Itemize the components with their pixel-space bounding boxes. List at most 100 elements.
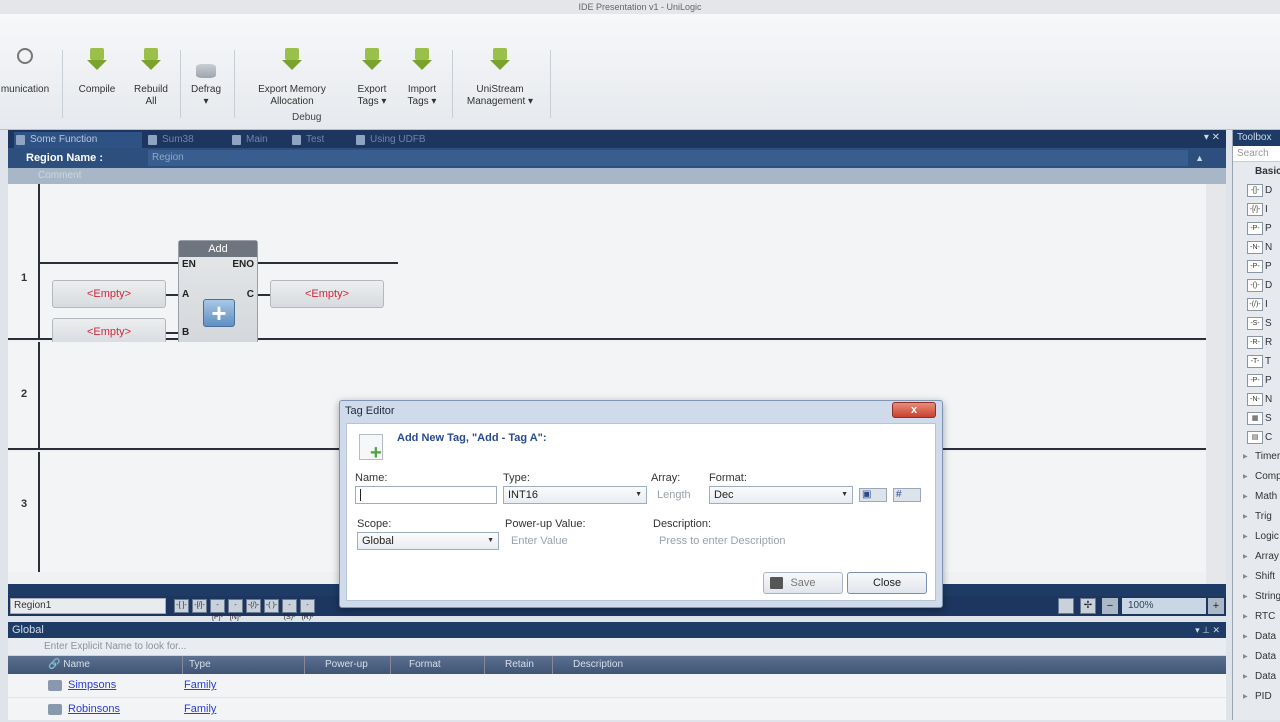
region-select[interactable]: Region1 [10,598,166,614]
toolbox-category[interactable]: Array [1233,547,1280,567]
hash-icon[interactable]: # [893,488,921,502]
region-name-input[interactable]: Region [148,150,1188,166]
contact-p-icon[interactable]: -[P]- [210,599,225,621]
tab-sum38[interactable]: Sum38 [146,132,226,148]
toolbox-category-basic[interactable]: Basic [1233,162,1280,181]
retain-icon[interactable]: ▣ [859,488,887,502]
pin-a[interactable]: A [182,289,189,300]
toolbox-item[interactable]: -[/]- I [1233,200,1280,219]
toolbox-item[interactable]: -P- P [1233,257,1280,276]
contact-n-icon[interactable]: -[N]- [228,599,243,621]
toolbox-item[interactable]: -N- N [1233,238,1280,257]
name-input[interactable] [355,486,497,504]
rebuild-all-button[interactable]: Rebuild All [128,48,174,108]
col-format[interactable]: Format [390,656,441,674]
toolbox-item[interactable]: -S- S [1233,314,1280,333]
unistream-icon [490,48,510,78]
tag-type-link[interactable]: Family [184,703,216,715]
defrag-button[interactable]: Defrag ▾ [184,48,228,108]
fit-icon[interactable]: ✢ [1080,598,1096,614]
unistream-management-button[interactable]: UniStream Management ▾ [458,48,542,108]
en-pin[interactable]: EN [182,257,196,273]
col-type[interactable]: Type [182,656,211,674]
export-tags-button[interactable]: Export Tags ▾ [350,48,394,108]
toolbox-category[interactable]: Logic [1233,527,1280,547]
scope-select[interactable]: Global [357,532,499,550]
tab-some-function[interactable]: Some Function [14,132,142,148]
toolbox-search-input[interactable]: Search [1233,146,1280,162]
contact-icon: -[/]- [1247,203,1263,216]
coil-icon[interactable]: -( )- [264,599,279,613]
zoom-level[interactable]: 100% [1122,598,1206,614]
toolbox-category[interactable]: Data [1233,627,1280,647]
toolbox-category[interactable]: Shift [1233,567,1280,587]
toolbox-category[interactable]: Timers [1233,447,1280,467]
zoom-plus-button[interactable]: + [1208,598,1224,614]
scope-label: Scope: [357,518,392,530]
panel-controls-icon[interactable]: ▾ ⊥ ✕ [1195,622,1220,638]
toolbox-item[interactable]: -P- P [1233,371,1280,390]
toolbox-category[interactable]: String [1233,587,1280,607]
tag-type-link[interactable]: Family [184,679,216,691]
save-button[interactable]: Save [763,572,843,594]
toolbox-item[interactable]: ▦ S [1233,409,1280,428]
operand-c-slot[interactable]: <Empty> [270,280,384,308]
comment-bar[interactable]: Comment [8,168,1226,184]
array-label: Array: [651,472,681,484]
contact-no-icon[interactable]: -[ ]- [174,599,189,613]
global-search-input[interactable]: Enter Explicit Name to look for... [8,638,1226,656]
type-select[interactable]: INT16 [503,486,647,504]
rung-1[interactable]: 1 Add EN ENO A B C + <Empty> <Empty> <Em… [8,184,1206,370]
toolbox-item[interactable]: -T- T [1233,352,1280,371]
toolbox-category[interactable]: Math [1233,487,1280,507]
toolbox-category[interactable]: Data [1233,647,1280,667]
compile-button[interactable]: Compile [72,48,122,96]
export-memory-allocation-button[interactable]: Export Memory Allocation [240,48,344,108]
powerup-value-input[interactable]: Enter Value [511,535,568,547]
contact-nc-icon[interactable]: -[/]- [192,599,207,613]
type-label: Type: [503,472,530,484]
rung-number: 1 [20,272,28,284]
toolbox-category[interactable]: Trig [1233,507,1280,527]
dialog-close-button[interactable]: x [892,402,936,418]
tab-using-udfb[interactable]: Using UDFB [354,132,454,148]
toolbox-item[interactable]: -P- P [1233,219,1280,238]
table-row[interactable]: Robinsons Family [8,698,1226,722]
toolbox-item[interactable]: ▤ C [1233,428,1280,447]
coil-reset-icon[interactable]: -(R)- [300,599,315,621]
zoom-out-icon[interactable] [1058,598,1074,614]
tag-name-link[interactable]: Simpsons [68,679,116,691]
table-row[interactable]: Simpsons Family [8,674,1226,698]
toolbox-category[interactable]: RTC [1233,607,1280,627]
zoom-minus-button[interactable]: − [1102,598,1118,614]
description-input[interactable]: Press to enter Description [659,535,786,547]
operand-a-slot[interactable]: <Empty> [52,280,166,308]
tab-test[interactable]: Test [290,132,350,148]
toolbox-item[interactable]: -[]- D [1233,181,1280,200]
tag-name-link[interactable]: Robinsons [68,703,120,715]
col-retain[interactable]: Retain [484,656,534,674]
eno-pin[interactable]: ENO [232,257,254,273]
coil-neg-icon[interactable]: -(/)- [246,599,261,613]
toolbox-item[interactable]: -(/)- I [1233,295,1280,314]
toolbox-category[interactable]: Data [1233,667,1280,687]
col-description[interactable]: Description [552,656,623,674]
format-select[interactable]: Dec [709,486,853,504]
col-powerup[interactable]: Power-up [304,656,368,674]
toolbox-category[interactable]: Compare [1233,467,1280,487]
vertical-scrollbar[interactable] [1206,184,1226,584]
close-button[interactable]: Close [847,572,927,594]
pin-b[interactable]: B [182,327,189,338]
toolbox-item[interactable]: -()- D [1233,276,1280,295]
coil-set-icon[interactable]: -(S)- [282,599,297,621]
communication-button[interactable]: munication [0,48,56,96]
collapse-region-icon[interactable]: ▲ [1195,148,1204,168]
col-name[interactable]: 🔗 Name [48,656,90,674]
import-tags-button[interactable]: Import Tags ▾ [400,48,444,108]
toolbox-item[interactable]: -R- R [1233,333,1280,352]
toolbox-item[interactable]: -N- N [1233,390,1280,409]
pin-c[interactable]: C [247,289,254,300]
close-editor-icon[interactable]: ▾ ✕ [1204,132,1220,143]
toolbox-category[interactable]: PID [1233,687,1280,707]
array-length-input[interactable]: Length [657,489,691,501]
